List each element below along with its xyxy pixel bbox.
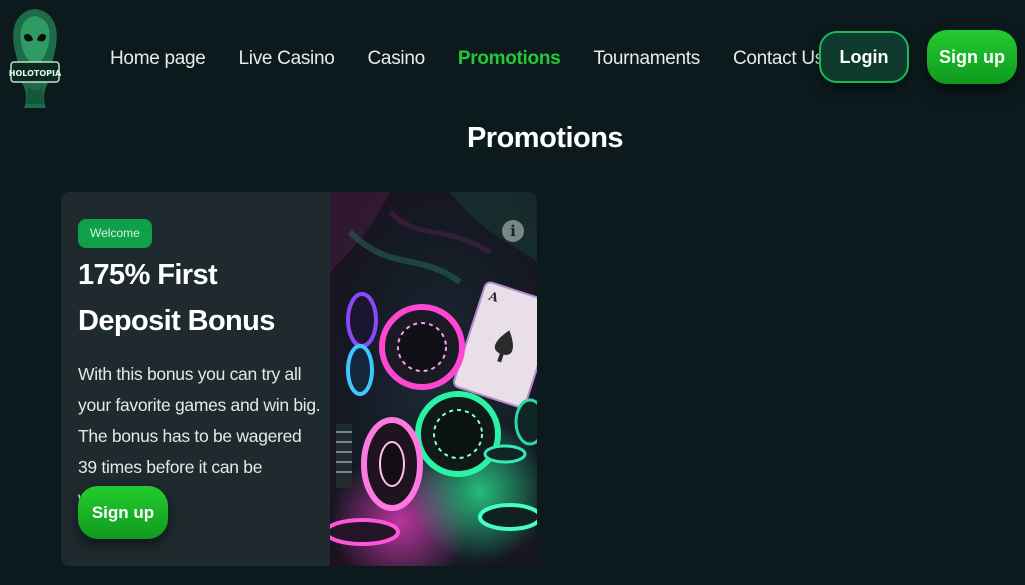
info-icon[interactable]: i	[502, 220, 524, 242]
nav-promotions[interactable]: Promotions	[458, 48, 561, 70]
promo-card-content: Welcome 175% First Deposit Bonus With th…	[61, 192, 330, 566]
login-button[interactable]: Login	[819, 31, 909, 83]
signup-button[interactable]: Sign up	[927, 30, 1017, 84]
promo-card: Welcome 175% First Deposit Bonus With th…	[61, 192, 537, 566]
nav-home-page[interactable]: Home page	[110, 48, 206, 70]
promo-image: A	[324, 192, 537, 566]
main-nav: Home page Live Casino Casino Promotions …	[110, 44, 857, 74]
header: HOLOTOPIA Home page Live Casino Casino P…	[0, 0, 1025, 118]
page-title: Promotions	[466, 122, 624, 154]
nav-live-casino[interactable]: Live Casino	[239, 48, 335, 70]
promo-signup-button[interactable]: Sign up	[78, 486, 168, 539]
casino-chips-illustration: A	[324, 192, 537, 566]
alien-logo-icon: HOLOTOPIA	[9, 9, 62, 108]
logo-wordmark: HOLOTOPIA	[9, 69, 62, 78]
nav-contact-us[interactable]: Contact Us	[733, 48, 824, 70]
nav-casino[interactable]: Casino	[368, 48, 426, 70]
site-logo[interactable]: HOLOTOPIA	[8, 6, 62, 110]
nav-tournaments[interactable]: Tournaments	[593, 48, 700, 70]
promo-badge: Welcome	[78, 219, 152, 248]
promo-title: 175% First Deposit Bonus	[78, 259, 275, 337]
